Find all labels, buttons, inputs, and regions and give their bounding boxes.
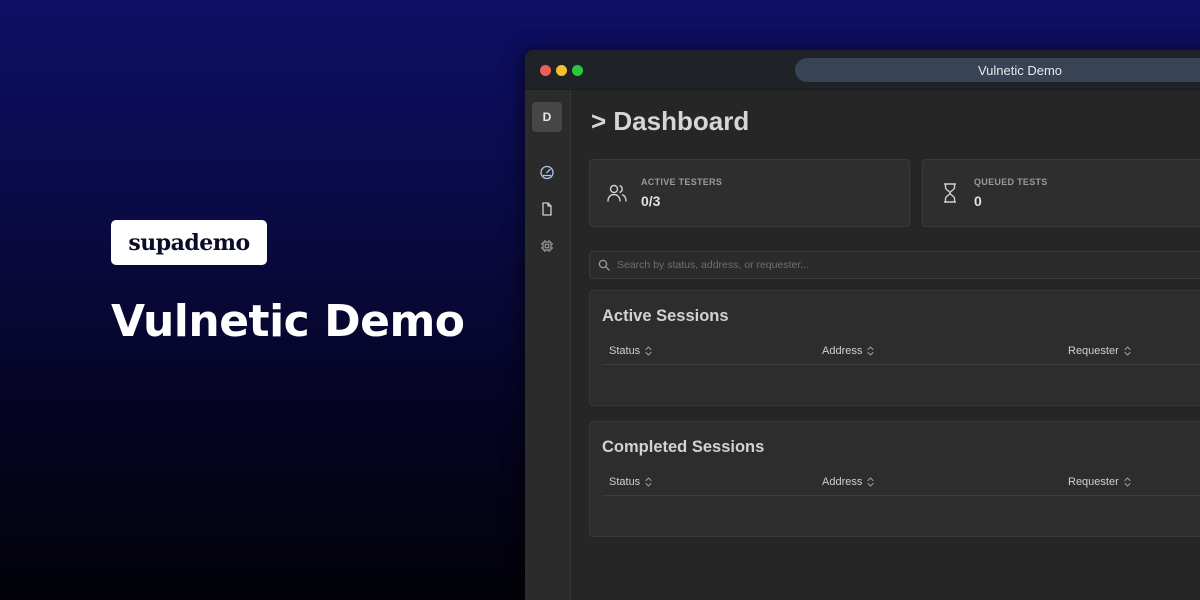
- panel-title: Active Sessions: [602, 307, 729, 325]
- column-header-address[interactable]: Address: [822, 345, 874, 357]
- gauge-icon[interactable]: [539, 164, 555, 180]
- stat-label: ACTIVE TESTERS: [641, 177, 723, 187]
- column-label: Requester: [1068, 476, 1119, 488]
- main-content: > Dashboard ACTIVE TESTERS 0/3 QUEUED TE…: [571, 90, 1200, 600]
- hero-title: Vulnetic Demo: [111, 296, 465, 347]
- logo-text: supademo: [128, 229, 250, 256]
- column-header-requester[interactable]: Requester: [1068, 345, 1131, 357]
- address-bar[interactable]: Vulnetic Demo: [795, 58, 1200, 82]
- column-header-address[interactable]: Address: [822, 476, 874, 488]
- active-sessions-panel: Active Sessions Status Address Requester: [589, 290, 1200, 406]
- sort-icon: [1124, 346, 1131, 356]
- column-label: Status: [609, 345, 641, 357]
- column-label: Address: [822, 476, 863, 488]
- column-label: Requester: [1068, 345, 1119, 357]
- completed-sessions-panel: Completed Sessions Status Address Reques…: [589, 421, 1200, 537]
- page-title: > Dashboard: [591, 106, 750, 136]
- stat-value: 0/3: [641, 193, 661, 209]
- users-icon: [607, 184, 627, 202]
- sort-icon: [645, 477, 652, 487]
- app-window: Vulnetic Demo D > Dashboard ACTIVE TESTE…: [525, 50, 1200, 600]
- hourglass-icon: [944, 183, 956, 203]
- column-header-status[interactable]: Status: [609, 345, 652, 357]
- maximize-window-button[interactable]: [572, 65, 583, 76]
- sort-icon: [867, 477, 874, 487]
- file-icon[interactable]: [539, 201, 555, 217]
- sidebar: D: [525, 90, 571, 600]
- sort-icon: [1124, 477, 1131, 487]
- minimize-window-button[interactable]: [556, 65, 567, 76]
- panel-title: Completed Sessions: [602, 438, 765, 456]
- chip-icon[interactable]: [539, 238, 555, 254]
- avatar[interactable]: D: [532, 102, 562, 132]
- table-header-divider: [602, 495, 1200, 496]
- stat-value: 0: [974, 193, 982, 209]
- column-header-requester[interactable]: Requester: [1068, 476, 1131, 488]
- active-testers-card: ACTIVE TESTERS 0/3: [589, 159, 910, 227]
- stat-label: QUEUED TESTS: [974, 177, 1048, 187]
- sort-icon: [867, 346, 874, 356]
- close-window-button[interactable]: [540, 65, 551, 76]
- column-label: Status: [609, 476, 641, 488]
- supademo-logo: supademo: [111, 220, 267, 265]
- queued-tests-card: QUEUED TESTS 0: [922, 159, 1200, 227]
- title-bar: Vulnetic Demo: [525, 50, 1200, 90]
- search-bar: [589, 251, 1200, 279]
- column-label: Address: [822, 345, 863, 357]
- search-icon: [598, 259, 610, 271]
- sort-icon: [645, 346, 652, 356]
- avatar-initial: D: [542, 110, 552, 124]
- search-input[interactable]: [617, 259, 1200, 271]
- address-bar-title: Vulnetic Demo: [977, 62, 1063, 78]
- column-header-status[interactable]: Status: [609, 476, 652, 488]
- table-header-divider: [602, 364, 1200, 365]
